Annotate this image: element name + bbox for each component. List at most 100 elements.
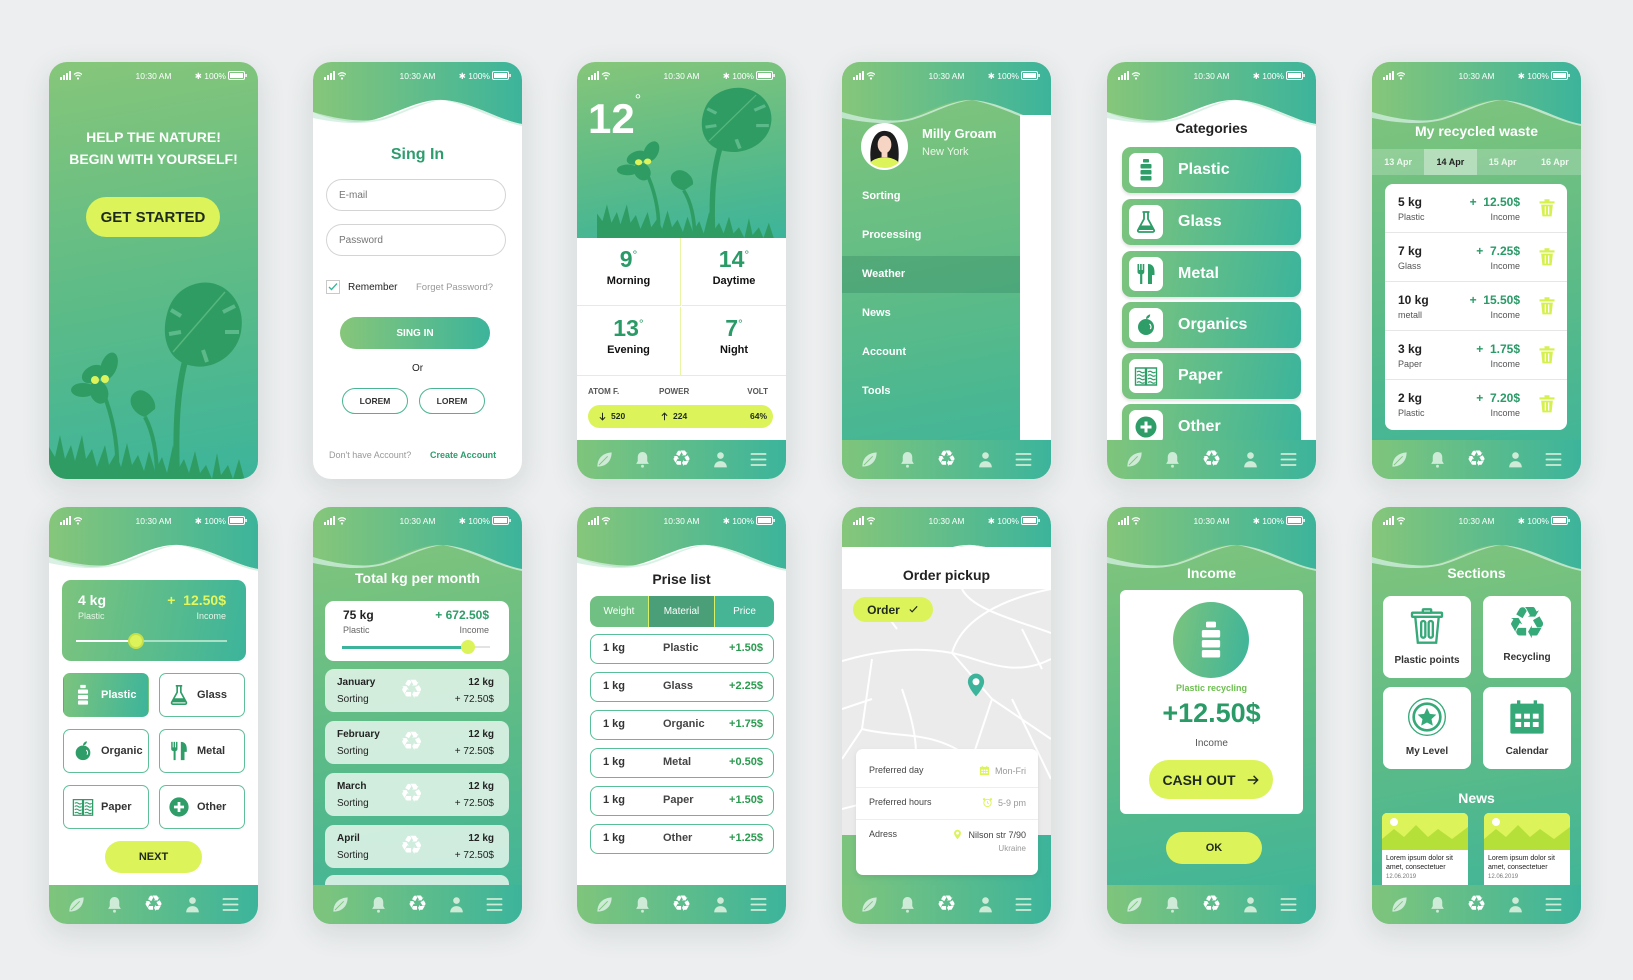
option-glass[interactable]: Glass — [159, 673, 245, 717]
category-plastic[interactable]: Plastic — [1122, 147, 1301, 193]
option-other[interactable]: Other — [159, 785, 245, 829]
weight-slider[interactable] — [76, 633, 227, 649]
user-icon[interactable] — [1241, 450, 1260, 469]
forgot-password-link[interactable]: Forget Password? — [416, 282, 493, 293]
section-tile-calendar[interactable]: Calendar — [1483, 687, 1571, 769]
user-icon[interactable] — [976, 895, 995, 914]
user-icon[interactable] — [976, 450, 995, 469]
category-glass[interactable]: Glass — [1122, 199, 1301, 245]
section-tile-recycling[interactable]: ♻ Recycling — [1483, 596, 1571, 678]
user-icon[interactable] — [1241, 895, 1260, 914]
bell-icon[interactable] — [633, 450, 652, 469]
menu-item-weather[interactable]: Weather — [842, 256, 1020, 293]
bell-icon[interactable] — [1163, 450, 1182, 469]
avatar[interactable] — [861, 123, 908, 170]
date-tab[interactable]: 16 Apr — [1529, 149, 1581, 175]
menu-item-sorting[interactable]: Sorting — [842, 178, 1020, 215]
option-organic[interactable]: Organic — [63, 729, 149, 773]
category-metal[interactable]: Metal — [1122, 251, 1301, 297]
menu-item-news[interactable]: News — [842, 295, 1020, 332]
menu-item-processing[interactable]: Processing — [842, 217, 1020, 254]
leaf-icon[interactable] — [1390, 895, 1409, 914]
password-input[interactable] — [326, 224, 506, 256]
user-icon[interactable] — [1506, 895, 1525, 914]
menu-icon[interactable] — [749, 895, 768, 914]
category-paper[interactable]: Paper — [1122, 353, 1301, 399]
news-card[interactable]: Lorem ipsum dolor sit amet, consectetuer… — [1484, 813, 1570, 893]
trash-icon[interactable] — [1537, 295, 1557, 317]
section-tile-my-level[interactable]: My Level — [1383, 687, 1471, 769]
email-input[interactable] — [326, 179, 506, 211]
sign-in-button[interactable]: SING IN — [340, 317, 490, 349]
menu-icon[interactable] — [1279, 450, 1298, 469]
column-tab-material[interactable]: Material — [649, 596, 715, 627]
recycle-icon[interactable]: ♻ — [672, 449, 692, 471]
bell-icon[interactable] — [633, 895, 652, 914]
location-pin-icon[interactable] — [963, 670, 989, 700]
leaf-icon[interactable] — [331, 895, 350, 914]
get-started-button[interactable]: GET STARTED — [86, 197, 220, 237]
category-organics[interactable]: Organics — [1122, 302, 1301, 348]
leaf-icon[interactable] — [860, 450, 879, 469]
column-tab-weight[interactable]: Weight — [590, 596, 649, 627]
bell-icon[interactable] — [369, 895, 388, 914]
price-row[interactable]: 1 kg Organic +1.75$ — [590, 710, 774, 740]
column-tab-price[interactable]: Price — [715, 596, 774, 627]
recycle-icon[interactable]: ♻ — [937, 449, 957, 471]
date-tab[interactable]: 14 Apr — [1424, 149, 1477, 175]
menu-item-tools[interactable]: Tools — [842, 373, 1020, 410]
pickup-detail-row[interactable]: Preferred day Mon-Fri — [856, 757, 1038, 788]
option-plastic[interactable]: Plastic — [63, 673, 149, 717]
menu-icon[interactable] — [221, 895, 240, 914]
menu-icon[interactable] — [1544, 895, 1563, 914]
menu-icon[interactable] — [749, 450, 768, 469]
remember-checkbox[interactable] — [326, 280, 340, 294]
leaf-icon[interactable] — [1390, 450, 1409, 469]
month-row[interactable]: April Sorting ♻ 12 kg + 72.50$ — [325, 825, 509, 868]
recycle-icon[interactable]: ♻ — [144, 894, 164, 916]
leaf-icon[interactable] — [1125, 895, 1144, 914]
menu-icon[interactable] — [1014, 895, 1033, 914]
recycle-icon[interactable]: ♻ — [408, 894, 428, 916]
lorem-login-button-2[interactable]: LOREM — [419, 388, 485, 414]
recycle-icon[interactable]: ♻ — [1467, 894, 1487, 916]
bell-icon[interactable] — [898, 895, 917, 914]
slider-thumb[interactable] — [128, 633, 145, 649]
bell-icon[interactable] — [1428, 450, 1447, 469]
section-tile-plastic-points[interactable]: Plastic points — [1383, 596, 1471, 678]
menu-icon[interactable] — [1544, 450, 1563, 469]
user-icon[interactable] — [711, 895, 730, 914]
pickup-detail-row[interactable]: Preferred hours 5-9 pm — [856, 789, 1038, 820]
date-tab[interactable]: 13 Apr — [1372, 149, 1424, 175]
trash-icon[interactable] — [1537, 197, 1557, 219]
month-row[interactable]: March Sorting ♻ 12 kg + 72.50$ — [325, 773, 509, 816]
lorem-login-button-1[interactable]: LOREM — [342, 388, 408, 414]
user-icon[interactable] — [1506, 450, 1525, 469]
trash-icon[interactable] — [1537, 344, 1557, 366]
bell-icon[interactable] — [1428, 895, 1447, 914]
next-button[interactable]: NEXT — [105, 841, 202, 873]
recycle-icon[interactable]: ♻ — [937, 894, 957, 916]
menu-icon[interactable] — [1279, 895, 1298, 914]
user-icon[interactable] — [711, 450, 730, 469]
recycle-icon[interactable]: ♻ — [672, 894, 692, 916]
leaf-icon[interactable] — [595, 895, 614, 914]
month-row[interactable]: January Sorting ♻ 12 kg + 72.50$ — [325, 669, 509, 712]
price-row[interactable]: 1 kg Other +1.25$ — [590, 824, 774, 854]
price-row[interactable]: 1 kg Plastic +1.50$ — [590, 634, 774, 664]
option-metal[interactable]: Metal — [159, 729, 245, 773]
cash-out-button[interactable]: CASH OUT — [1149, 760, 1273, 799]
bell-icon[interactable] — [1163, 895, 1182, 914]
price-row[interactable]: 1 kg Paper +1.50$ — [590, 786, 774, 816]
recycle-icon[interactable]: ♻ — [1467, 449, 1487, 471]
menu-icon[interactable] — [1014, 450, 1033, 469]
date-tab[interactable]: 15 Apr — [1477, 149, 1529, 175]
leaf-icon[interactable] — [1125, 450, 1144, 469]
create-account-link[interactable]: Create Account — [430, 450, 496, 460]
leaf-icon[interactable] — [595, 450, 614, 469]
trash-icon[interactable] — [1537, 393, 1557, 415]
ok-button[interactable]: OK — [1166, 832, 1262, 864]
user-icon[interactable] — [183, 895, 202, 914]
menu-item-account[interactable]: Account — [842, 334, 1020, 371]
price-row[interactable]: 1 kg Metal +0.50$ — [590, 748, 774, 778]
